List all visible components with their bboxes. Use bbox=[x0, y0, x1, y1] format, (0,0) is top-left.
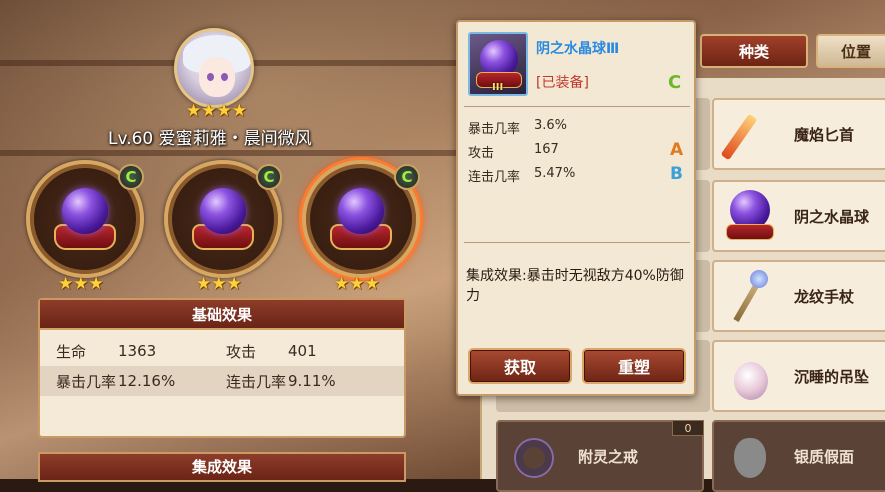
stat-label: 攻击 bbox=[226, 342, 257, 361]
set-effects-header[interactable]: 集成效果 bbox=[38, 452, 406, 482]
stat-value: 9.11% bbox=[288, 372, 336, 390]
tier-label: III bbox=[492, 82, 504, 93]
panel-title: 基础效果 bbox=[40, 300, 404, 330]
staff-icon bbox=[720, 266, 780, 326]
slot-stars: ★★★ bbox=[58, 274, 104, 294]
stat-label: 暴击几率 bbox=[56, 372, 117, 391]
stat-value: 401 bbox=[288, 342, 317, 360]
stat-grade: A bbox=[670, 140, 684, 160]
character-portrait[interactable] bbox=[174, 28, 254, 108]
list-item[interactable]: 龙纹手杖 bbox=[712, 260, 885, 332]
list-item[interactable]: 阴之水晶球 bbox=[712, 180, 885, 252]
item-name: 附灵之戒 bbox=[578, 447, 639, 466]
set-effect-description: 集成效果:暴击时无视敌方40%防御力 bbox=[466, 268, 684, 304]
popup-stat: 暴击几率 3.6% bbox=[468, 118, 594, 137]
grade-badge: C bbox=[394, 164, 420, 190]
popup-stat-value: 167 bbox=[534, 142, 559, 157]
divider bbox=[464, 106, 690, 107]
crystal-orb-icon bbox=[338, 188, 384, 234]
item-name: 阴之水晶球 bbox=[794, 207, 870, 226]
crystal-orb-icon bbox=[62, 188, 108, 234]
stat-grade: B bbox=[670, 164, 683, 184]
stat-row: 暴击几率 12.16% 连击几率 9.11% bbox=[40, 366, 404, 396]
popup-stat: 连击几率 5.47% bbox=[468, 166, 594, 185]
dagger-icon bbox=[720, 104, 780, 164]
slot-stars: ★★★ bbox=[334, 274, 380, 294]
mask-icon bbox=[720, 426, 780, 486]
portrait-face bbox=[199, 57, 235, 97]
popup-stat-label: 暴击几率 bbox=[468, 122, 521, 137]
grade-badge: C bbox=[118, 164, 144, 190]
slot-stars: ★★★ bbox=[196, 274, 242, 294]
stat-label: 连击几率 bbox=[226, 372, 287, 391]
stat-row: 生命 1363 攻击 401 bbox=[40, 336, 404, 366]
item-name: 魔焰匕首 bbox=[794, 125, 855, 144]
equipped-status: [已装备] bbox=[536, 75, 589, 91]
tab-type[interactable]: 种类 bbox=[700, 34, 808, 68]
stat-value: 12.16% bbox=[118, 372, 176, 390]
popup-stat-label: 攻击 bbox=[468, 146, 495, 161]
list-item[interactable]: 银质假面 bbox=[712, 420, 885, 492]
popup-stat-value: 3.6% bbox=[534, 118, 568, 133]
item-detail-popup: III 阴之水晶球Ⅲ [已装备] C 暴击几率 3.6% 攻击 167 A 连击… bbox=[456, 20, 696, 396]
popup-stat: 攻击 167 bbox=[468, 142, 594, 161]
divider bbox=[464, 242, 690, 243]
crystal-orb-icon: III bbox=[468, 32, 528, 96]
item-title: 阴之水晶球Ⅲ bbox=[536, 41, 620, 57]
basic-effects-panel: 基础效果 生命 1363 攻击 401 暴击几率 12.16% 连击几率 9.11% bbox=[38, 298, 406, 438]
pendant-icon bbox=[720, 346, 780, 406]
item-name: 银质假面 bbox=[794, 447, 855, 466]
list-item[interactable]: 沉睡的吊坠 bbox=[712, 340, 885, 412]
item-name: 龙纹手杖 bbox=[794, 287, 855, 306]
item-name: 沉睡的吊坠 bbox=[794, 367, 870, 386]
portrait-eye bbox=[207, 73, 214, 81]
reforge-button[interactable]: 重塑 bbox=[582, 348, 686, 384]
crystal-orb-icon bbox=[200, 188, 246, 234]
crystal-orb-icon bbox=[720, 186, 780, 246]
tab-position[interactable]: 位置 bbox=[816, 34, 885, 68]
grade-badge: C bbox=[256, 164, 282, 190]
stat-value: 1363 bbox=[118, 342, 157, 360]
character-name: Lv.60 爱蜜莉雅・晨间微风 bbox=[108, 129, 312, 149]
popup-stat-value: 5.47% bbox=[534, 166, 576, 181]
count-badge: 0 bbox=[672, 420, 704, 436]
ring-icon bbox=[504, 426, 564, 486]
obtain-button[interactable]: 获取 bbox=[468, 348, 572, 384]
stat-label: 生命 bbox=[56, 342, 87, 361]
item-grade: C bbox=[668, 72, 682, 93]
character-stars: ★★★★ bbox=[186, 101, 247, 121]
popup-stat-label: 连击几率 bbox=[468, 170, 521, 185]
portrait-eye bbox=[221, 73, 228, 81]
shelf-line bbox=[0, 150, 460, 156]
list-item[interactable]: 魔焰匕首 bbox=[712, 98, 885, 170]
